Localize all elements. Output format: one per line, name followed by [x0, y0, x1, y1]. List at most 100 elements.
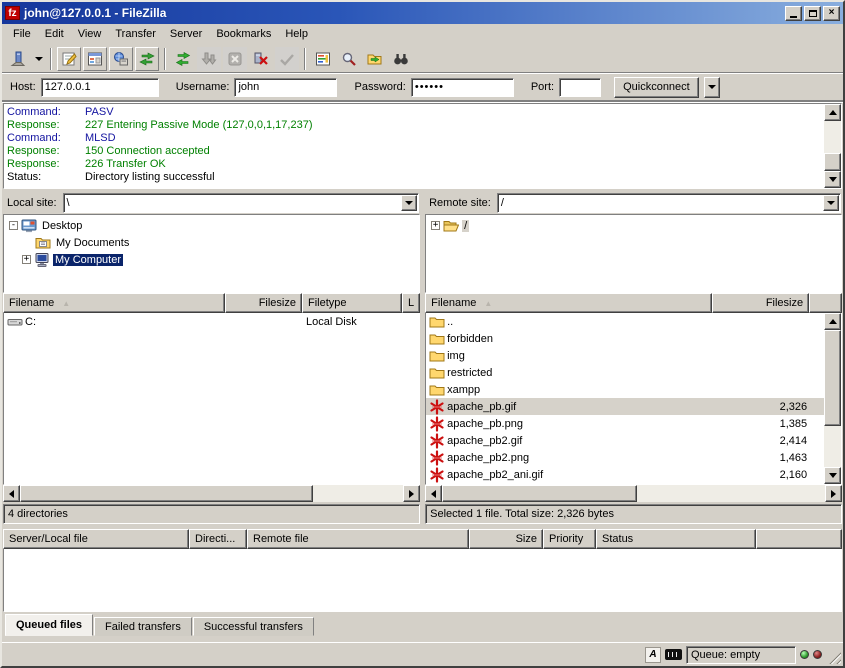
- file-row-c-drive[interactable]: C: Local Disk: [4, 313, 419, 330]
- site-manager-dropdown[interactable]: [32, 48, 45, 70]
- scroll-up-button[interactable]: [824, 104, 841, 121]
- filter-button[interactable]: [311, 47, 335, 71]
- column-header-filename[interactable]: Filename▲: [3, 293, 225, 313]
- title-bar: fz john@127.0.0.1 - FileZilla ×: [2, 2, 843, 24]
- toggle-local-tree-button[interactable]: [83, 47, 107, 71]
- toggle-transfer-queue-button[interactable]: [135, 47, 159, 71]
- tree-item-root[interactable]: + /: [426, 217, 841, 234]
- scroll-thumb[interactable]: [824, 330, 841, 426]
- expand-icon[interactable]: +: [431, 221, 440, 230]
- toggle-message-log-button[interactable]: [57, 47, 81, 71]
- site-manager-button[interactable]: [6, 47, 30, 71]
- file-row[interactable]: apache_pb2.png 1,463: [426, 449, 824, 466]
- local-site-combo[interactable]: \: [63, 193, 420, 213]
- column-header-remote-file[interactable]: Remote file: [247, 529, 469, 549]
- file-row[interactable]: restricted: [426, 364, 824, 381]
- tree-item-desktop[interactable]: - Desktop: [4, 217, 419, 234]
- expand-icon[interactable]: +: [22, 255, 31, 264]
- directory-comparison-button[interactable]: [389, 47, 413, 71]
- host-input[interactable]: 127.0.0.1: [41, 78, 159, 97]
- column-header-filesize[interactable]: Filesize: [712, 293, 809, 313]
- menu-bookmarks[interactable]: Bookmarks: [209, 26, 278, 42]
- username-input[interactable]: john: [234, 78, 337, 97]
- quickconnect-dropdown[interactable]: [704, 77, 720, 98]
- tree-item-label: My Computer: [53, 254, 123, 266]
- transfer-type-icon[interactable]: A: [645, 647, 661, 663]
- column-header-filesize[interactable]: Filesize: [225, 293, 302, 313]
- menu-help[interactable]: Help: [278, 26, 315, 42]
- menu-transfer[interactable]: Transfer: [108, 26, 163, 42]
- file-row[interactable]: apache_pb2.gif 2,414: [426, 432, 824, 449]
- menu-file[interactable]: File: [6, 26, 38, 42]
- scroll-down-button[interactable]: [824, 467, 841, 484]
- close-button[interactable]: ×: [823, 6, 840, 21]
- scroll-thumb[interactable]: [20, 485, 313, 502]
- scroll-up-button[interactable]: [824, 313, 841, 330]
- local-hscrollbar[interactable]: [3, 485, 420, 502]
- column-header-filetype[interactable]: Filetype: [302, 293, 402, 313]
- chevron-down-icon: [405, 201, 413, 205]
- maximize-button[interactable]: [804, 6, 821, 21]
- remote-site-dropdown[interactable]: [823, 195, 839, 211]
- file-row[interactable]: img: [426, 347, 824, 364]
- speedlimit-icon[interactable]: [665, 649, 682, 660]
- column-header-spacer: [756, 529, 842, 549]
- reconnect-button[interactable]: [275, 47, 299, 71]
- file-row[interactable]: forbidden: [426, 330, 824, 347]
- toggle-remote-tree-button[interactable]: [109, 47, 133, 71]
- file-name: apache_pb2.gif: [447, 435, 522, 447]
- image-file-icon: [429, 416, 445, 432]
- file-row[interactable]: xampp: [426, 381, 824, 398]
- scroll-left-button[interactable]: [3, 485, 20, 502]
- file-row[interactable]: apache_pb2_ani.gif 2,160: [426, 466, 824, 483]
- maximize-icon: [809, 10, 817, 17]
- tab-successful-transfers[interactable]: Successful transfers: [193, 617, 314, 636]
- tab-failed-transfers[interactable]: Failed transfers: [94, 617, 192, 636]
- cancel-button[interactable]: [223, 47, 247, 71]
- remote-vscrollbar[interactable]: [824, 313, 841, 484]
- column-header-status[interactable]: Status: [596, 529, 756, 549]
- port-input[interactable]: [559, 78, 601, 97]
- refresh-button[interactable]: [171, 47, 195, 71]
- column-header-priority[interactable]: Priority: [543, 529, 596, 549]
- scroll-thumb[interactable]: [442, 485, 637, 502]
- scroll-left-button[interactable]: [425, 485, 442, 502]
- column-header-server-local-file[interactable]: Server/Local file: [3, 529, 189, 549]
- quickconnect-button[interactable]: Quickconnect: [614, 77, 699, 98]
- scroll-right-button[interactable]: [825, 485, 842, 502]
- tab-queued-files[interactable]: Queued files: [5, 614, 93, 636]
- filter-icon: [315, 51, 331, 67]
- disconnect-button[interactable]: [249, 47, 273, 71]
- scroll-down-button[interactable]: [824, 171, 841, 188]
- file-row-selected[interactable]: apache_pb.gif 2,326: [426, 398, 824, 415]
- sync-browsing-button[interactable]: [363, 47, 387, 71]
- toolbar-separator: [304, 48, 306, 70]
- file-search-button[interactable]: [337, 47, 361, 71]
- process-queue-button[interactable]: [197, 47, 221, 71]
- file-row[interactable]: apache_pb.png 1,385: [426, 415, 824, 432]
- local-site-dropdown[interactable]: [401, 195, 417, 211]
- column-header-filename[interactable]: Filename▲: [425, 293, 712, 313]
- column-header-direction[interactable]: Directi...: [189, 529, 247, 549]
- column-header-lastmodified[interactable]: L: [402, 293, 420, 313]
- remote-site-combo[interactable]: /: [497, 193, 841, 213]
- scroll-thumb[interactable]: [824, 153, 841, 171]
- menu-server[interactable]: Server: [163, 26, 209, 42]
- password-input[interactable]: ••••••: [411, 78, 514, 97]
- scroll-right-button[interactable]: [403, 485, 420, 502]
- folder-icon: [429, 382, 445, 398]
- menu-view[interactable]: View: [71, 26, 109, 42]
- resize-grip[interactable]: [826, 649, 841, 664]
- file-row[interactable]: ..: [426, 313, 824, 330]
- minimize-button[interactable]: [785, 6, 802, 21]
- disconnect-icon: [253, 51, 269, 67]
- arrow-left-icon: [9, 490, 14, 498]
- menu-edit[interactable]: Edit: [38, 26, 71, 42]
- remote-hscrollbar[interactable]: [425, 485, 842, 502]
- tree-item-my-documents[interactable]: My Documents: [4, 234, 419, 251]
- collapse-icon[interactable]: -: [9, 221, 18, 230]
- tree-item-my-computer[interactable]: + My Computer: [4, 251, 419, 268]
- folder-open-icon: [443, 218, 459, 234]
- log-scrollbar[interactable]: [824, 104, 841, 188]
- column-header-size[interactable]: Size: [469, 529, 543, 549]
